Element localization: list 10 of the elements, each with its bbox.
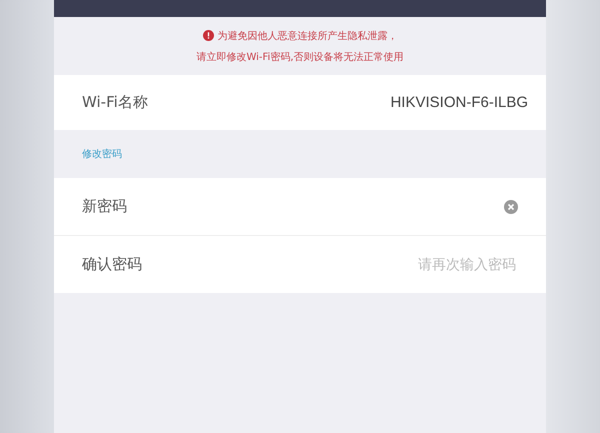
warning-text: 请立即修改Wi-Fi密码,否则设备将无法正常使用 — [196, 50, 404, 64]
field-label: 新密码 — [82, 197, 127, 216]
warning-icon — [202, 30, 214, 41]
section-title: 修改密码 — [82, 148, 122, 161]
field-label: Wi-Fi名称 — [82, 93, 148, 112]
clear-icon[interactable] — [504, 200, 518, 214]
warning-text: 为避免因他人恶意连接所产生隐私泄露， — [218, 30, 398, 42]
wifi-name-value: HIKVISION-F6-ILBG — [390, 94, 528, 111]
field-label: 确认密码 — [82, 255, 142, 274]
password-field[interactable]: 请再次输入密码 — [152, 256, 518, 274]
